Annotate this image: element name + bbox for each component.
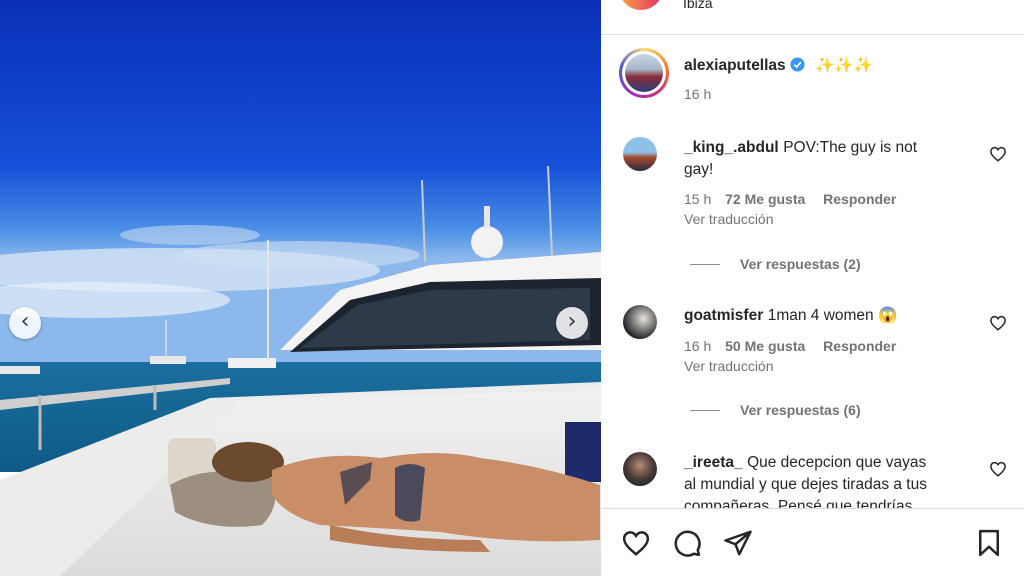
- share-icon[interactable]: [723, 528, 753, 558]
- comment-text: compañeras. Pensé que tendrías: [684, 498, 913, 508]
- post-time: 16 h: [684, 86, 712, 102]
- view-replies[interactable]: Ver respuestas (6): [690, 402, 861, 420]
- comment-username[interactable]: _king_.abdul: [684, 139, 779, 156]
- comment-time: 15 h: [684, 191, 712, 207]
- location-label[interactable]: Ibiza: [683, 0, 713, 11]
- comment-username[interactable]: _ireeta_: [684, 454, 743, 471]
- avatar[interactable]: [623, 305, 657, 339]
- comment-text: POV:The guy is not: [783, 139, 918, 156]
- heart-icon[interactable]: [989, 460, 1007, 478]
- comment: _ireeta_ Que decepcion que vayas al mund…: [684, 452, 984, 508]
- view-replies[interactable]: Ver respuestas (2): [690, 256, 861, 274]
- reply-button[interactable]: Responder: [823, 338, 896, 354]
- author-avatar[interactable]: [619, 48, 669, 98]
- avatar[interactable]: [619, 0, 663, 10]
- verified-badge-icon: [790, 57, 805, 72]
- comment-likes[interactable]: 50 Me gusta: [725, 338, 805, 354]
- chevron-left-icon[interactable]: ‹: [9, 307, 41, 339]
- comment-meta: 15 h 72 Me gusta Responder: [684, 191, 896, 207]
- caption-row: alexiaputellas ✨✨✨: [684, 56, 873, 75]
- comment-username[interactable]: goatmisfer: [684, 307, 763, 324]
- comment-text: 1man 4 women 😱: [767, 307, 898, 324]
- translate-link[interactable]: Ver traducción: [684, 358, 774, 374]
- comment-text: al mundial y que dejes tiradas a tus: [684, 476, 927, 493]
- avatar[interactable]: [623, 137, 657, 171]
- bookmark-icon[interactable]: [974, 528, 1004, 558]
- heart-icon[interactable]: [989, 145, 1007, 163]
- comment: _king_.abdul POV:The guy is not gay!: [684, 137, 974, 181]
- reply-button[interactable]: Responder: [823, 191, 896, 207]
- avatar[interactable]: [623, 452, 657, 486]
- comment-text: gay!: [684, 161, 714, 178]
- comment-meta: 16 h 50 Me gusta Responder: [684, 338, 896, 354]
- post-photo: [0, 0, 601, 576]
- comment: goatmisfer 1man 4 women 😱: [684, 305, 974, 327]
- comment-text: Que decepcion que vayas: [747, 454, 927, 471]
- comment-likes[interactable]: 72 Me gusta: [725, 191, 805, 207]
- heart-icon[interactable]: [621, 528, 651, 558]
- chevron-right-icon[interactable]: ›: [556, 307, 588, 339]
- post-panel: Ibiza alexiaputellas ✨✨✨ 16 h _king_.abd…: [601, 0, 1024, 577]
- translate-link[interactable]: Ver traducción: [684, 211, 774, 227]
- heart-icon[interactable]: [989, 314, 1007, 332]
- comment-icon[interactable]: [672, 528, 702, 558]
- comment-time: 16 h: [684, 338, 712, 354]
- author-username[interactable]: alexiaputellas: [684, 57, 786, 74]
- caption-text: ✨✨✨: [815, 57, 874, 74]
- action-bar: [601, 508, 1024, 577]
- post-header: Ibiza: [601, 0, 1024, 35]
